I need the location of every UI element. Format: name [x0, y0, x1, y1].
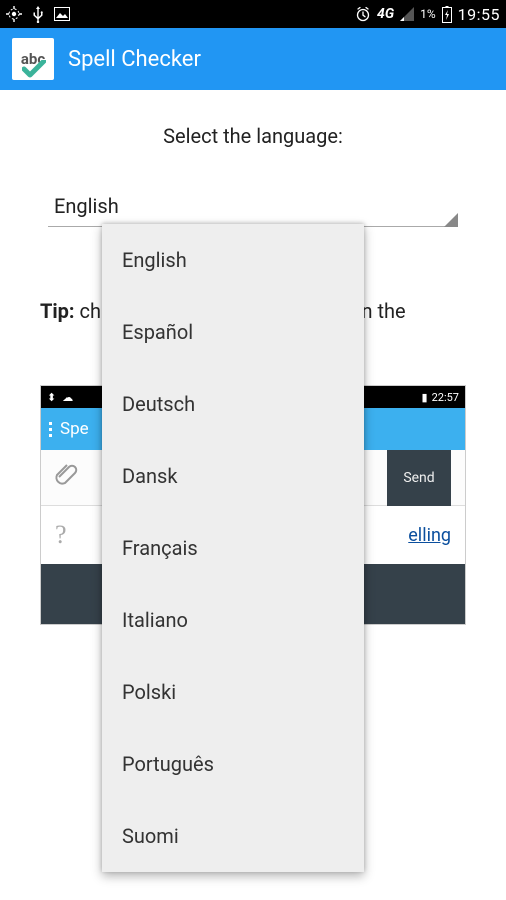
spinner-value: English — [48, 194, 458, 226]
dropdown-item[interactable]: Italiano — [102, 584, 364, 656]
spelling-link[interactable]: elling — [408, 525, 451, 546]
dropdown-item[interactable]: Polski — [102, 656, 364, 728]
dropdown-item[interactable]: Español — [102, 296, 364, 368]
page-heading: Select the language: — [40, 124, 466, 148]
language-spinner[interactable]: English — [48, 194, 458, 227]
send-button[interactable]: Send — [387, 450, 451, 506]
tip-part1: ch — [75, 299, 101, 323]
thumb-app-title: Spe — [60, 419, 89, 439]
dropdown-item[interactable]: Português — [102, 728, 364, 800]
tip-label: Tip: — [40, 299, 75, 323]
picture-icon — [54, 7, 70, 21]
signal-icon — [400, 7, 414, 21]
language-dropdown[interactable]: EnglishEspañolDeutschDanskFrançaisItalia… — [102, 224, 364, 872]
usb-icon: ⬍ — [47, 391, 56, 404]
gps-icon — [6, 6, 22, 22]
battery-percent: 1% — [420, 7, 436, 21]
app-bar: abc Spell Checker — [0, 28, 506, 90]
app-icon: abc — [12, 38, 54, 80]
question-icon: ? — [55, 520, 67, 550]
status-clock: 19:55 — [458, 5, 500, 24]
signal-icon: ▮ — [422, 391, 428, 404]
thumb-clock: 22:57 — [432, 391, 459, 404]
dropdown-item[interactable]: Deutsch — [102, 368, 364, 440]
menu-icon — [49, 422, 52, 437]
network-type: 4G — [377, 6, 394, 22]
usb-icon — [32, 5, 44, 23]
dropdown-item[interactable]: Français — [102, 512, 364, 584]
dropdown-item[interactable]: Dansk — [102, 440, 364, 512]
battery-icon — [442, 6, 452, 23]
chevron-down-icon — [444, 213, 458, 227]
app-title: Spell Checker — [68, 47, 201, 72]
status-bar: 4G 1% 19:55 — [0, 0, 506, 28]
dropdown-item[interactable]: Suomi — [102, 800, 364, 872]
attachment-icon — [55, 463, 81, 492]
cloud-icon: ☁ — [62, 391, 73, 404]
alarm-icon — [355, 6, 371, 22]
check-icon — [22, 60, 46, 78]
dropdown-item[interactable]: English — [102, 224, 364, 296]
